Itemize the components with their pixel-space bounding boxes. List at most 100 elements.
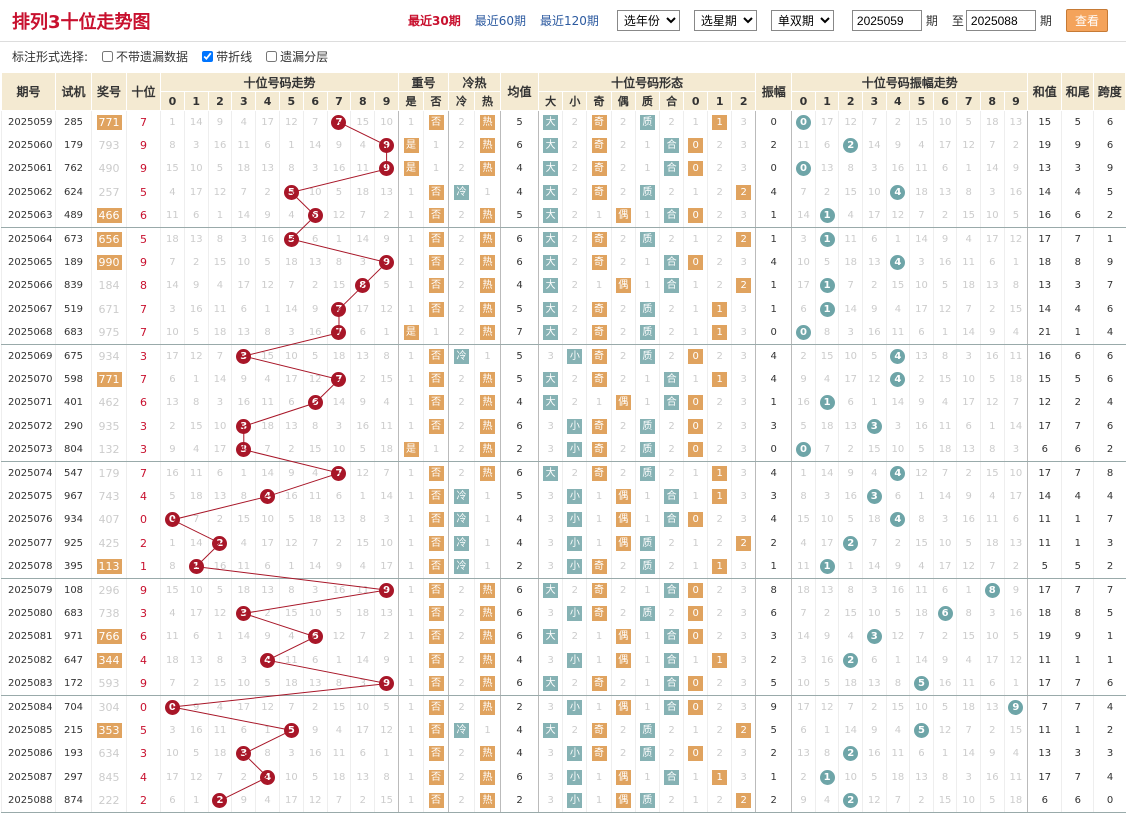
cold-cell: 2 bbox=[448, 321, 475, 345]
small-cell: 小 bbox=[562, 414, 587, 438]
trend-cell-4: 13 bbox=[255, 578, 280, 602]
option-polyline[interactable]: 带折线 bbox=[202, 48, 252, 65]
nav-recent-120[interactable]: 最近120期 bbox=[540, 12, 599, 29]
trend-cell-3: 17 bbox=[231, 695, 256, 719]
trend-cell-8: 12 bbox=[350, 461, 375, 485]
trend-cell-5: 3 bbox=[278, 742, 304, 766]
even-cell: 2 bbox=[610, 414, 636, 438]
repeat-yes-cell: 1 bbox=[398, 554, 424, 579]
trend-cell-5: 5 bbox=[278, 180, 304, 205]
trend-cell-9: 13 bbox=[374, 180, 400, 205]
small-cell: 2 bbox=[562, 157, 587, 181]
average-cell: 6 bbox=[500, 227, 540, 251]
prime-cell: 1 bbox=[634, 484, 660, 509]
big-cell: 大 bbox=[538, 625, 563, 649]
amp-trend-cell-1: 15 bbox=[814, 344, 839, 368]
polyline-checkbox[interactable] bbox=[202, 50, 214, 62]
test-number-cell: 839 bbox=[55, 274, 92, 298]
trend-cell-3: 11 bbox=[231, 554, 256, 579]
amp-trend-cell-2: 4 bbox=[838, 625, 863, 649]
trend-cell-9: 14 bbox=[374, 484, 400, 509]
trend-cell-2: 15 bbox=[207, 250, 232, 275]
average-cell: 2 bbox=[500, 695, 540, 719]
year-select[interactable]: 选年份 bbox=[616, 10, 680, 31]
prize-number-cell: 490 bbox=[91, 157, 127, 181]
prize-number-cell: 113 bbox=[91, 554, 127, 579]
amp-trend-cell-9: 12 bbox=[1003, 227, 1029, 251]
amp-trend-cell-2: 5 bbox=[838, 508, 863, 532]
trend-cell-4: 4 bbox=[255, 788, 280, 813]
amp-trend-cell-8: 3 bbox=[979, 601, 1005, 626]
to-period-input[interactable] bbox=[965, 10, 1036, 31]
prime-cell: 1 bbox=[634, 391, 660, 415]
trend-cell-5: 17 bbox=[278, 788, 304, 813]
even-cell: 偶 bbox=[610, 625, 636, 649]
from-period-input[interactable] bbox=[851, 10, 922, 31]
amp-trend-cell-1: 2 bbox=[814, 180, 839, 205]
subheader-amp-4: 4 bbox=[885, 91, 911, 111]
layer-checkbox[interactable] bbox=[266, 50, 278, 62]
trend-cell-3: 3 bbox=[231, 601, 256, 626]
odd-cell: 1 bbox=[586, 484, 612, 509]
tens-digit-cell: 2 bbox=[126, 788, 161, 813]
prize-number-cell: 934 bbox=[91, 344, 127, 368]
repeat-yes-cell: 1 bbox=[398, 180, 424, 205]
period-cell: 2025083 bbox=[1, 671, 56, 696]
amplitude-cell: 2 bbox=[755, 133, 793, 158]
odd-cell: 1 bbox=[586, 625, 612, 649]
even-cell: 偶 bbox=[610, 765, 636, 789]
span-cell: 2 bbox=[1093, 437, 1126, 462]
trend-cell-5: 2 bbox=[278, 437, 304, 462]
road-cell-0: 0 bbox=[683, 391, 708, 415]
amplitude-cell: 1 bbox=[755, 204, 793, 228]
trend-cell-2: 13 bbox=[207, 484, 232, 509]
no-missing-checkbox[interactable] bbox=[102, 50, 114, 62]
header-period[interactable]: 期号 bbox=[1, 72, 56, 111]
even-cell: 2 bbox=[610, 742, 636, 766]
prize-number-cell: 353 bbox=[91, 718, 127, 743]
amp-trend-cell-8: 6 bbox=[979, 671, 1005, 696]
sum-tail-cell: 9 bbox=[1061, 625, 1094, 649]
road-cell-1: 2 bbox=[707, 391, 732, 415]
hot-cell: 热 bbox=[474, 157, 502, 181]
big-cell: 大 bbox=[538, 204, 563, 228]
repeat-no-cell: 否 bbox=[423, 274, 450, 298]
table-row: 2025073 804 132 3 9 4 17 3 7 2 15 10 5 18 是 1 2 热 2 3 小奇 2 质 2 0… bbox=[1, 437, 1126, 462]
period-cell: 2025062 bbox=[1, 180, 56, 205]
nav-recent-30[interactable]: 最近30期 bbox=[408, 12, 461, 29]
repeat-no-cell: 否 bbox=[423, 461, 450, 485]
repeat-yes-cell: 1 bbox=[398, 601, 424, 626]
nav-recent-60[interactable]: 最近60期 bbox=[475, 12, 526, 29]
option-no-missing[interactable]: 不带遗漏数据 bbox=[102, 48, 188, 65]
parity-select[interactable]: 单双期 bbox=[770, 10, 834, 31]
trend-cell-6: 4 bbox=[302, 461, 328, 485]
amp-trend-cell-7: 3 bbox=[956, 344, 981, 368]
road-cell-1: 2 bbox=[707, 227, 732, 251]
amp-trend-cell-1: 13 bbox=[814, 578, 839, 602]
amp-trend-cell-7: 12 bbox=[956, 133, 981, 158]
trend-cell-5: 18 bbox=[278, 250, 304, 275]
average-cell: 4 bbox=[500, 648, 540, 672]
odd-cell: 奇 bbox=[586, 344, 612, 368]
table-row: 2025086 193 634 3 10 5 18 3 8 3 16 11 6 1 1 否 2 热 4 3 小奇 2 质 2 0… bbox=[1, 742, 1126, 766]
trend-cell-4: 14 bbox=[255, 461, 280, 485]
trend-cell-7: 13 bbox=[326, 508, 351, 532]
test-number-cell: 172 bbox=[55, 671, 92, 696]
sum-cell: 11 bbox=[1027, 531, 1062, 555]
trend-cell-0: 8 bbox=[160, 554, 185, 579]
weekday-select[interactable]: 选星期 bbox=[693, 10, 757, 31]
odd-cell: 奇 bbox=[586, 601, 612, 626]
sum-tail-cell: 4 bbox=[1061, 484, 1094, 509]
query-button[interactable]: 查看 bbox=[1065, 9, 1108, 32]
amp-trend-cell-6: 4 bbox=[932, 391, 957, 415]
road-cell-2: 3 bbox=[731, 695, 757, 719]
table-row: 2025061 762 490 9 15 10 5 18 13 8 3 16 11 9 是 1 2 热 4 大 2 奇 2 1… bbox=[1, 157, 1126, 181]
trend-cell-0: 11 bbox=[160, 625, 185, 649]
option-layer[interactable]: 遗漏分层 bbox=[266, 48, 328, 65]
amp-trend-cell-8: 9 bbox=[979, 742, 1005, 766]
trend-cell-7: 12 bbox=[326, 625, 351, 649]
road-cell-1: 2 bbox=[707, 601, 732, 626]
small-cell: 小 bbox=[562, 554, 587, 579]
composite-cell: 合 bbox=[658, 484, 684, 509]
amp-trend-cell-7: 4 bbox=[956, 227, 981, 251]
